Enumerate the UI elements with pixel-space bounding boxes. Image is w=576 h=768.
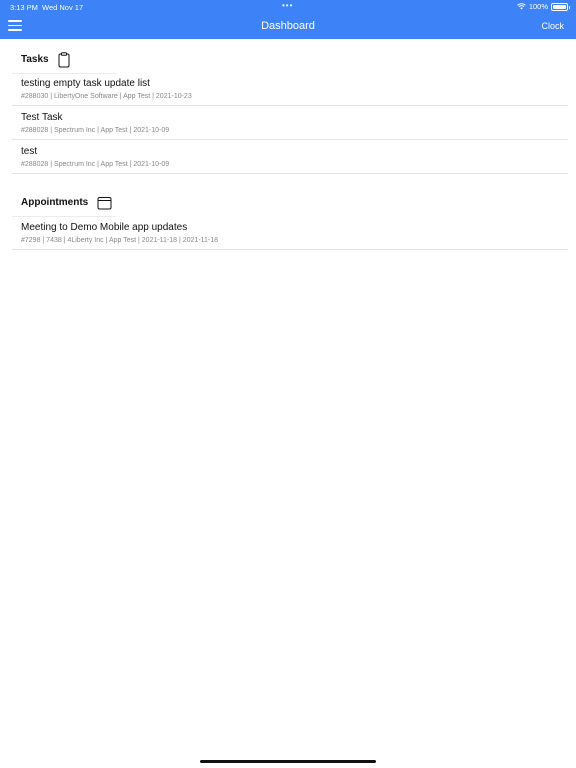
appointments-section-title: Appointments bbox=[21, 197, 89, 208]
task-item[interactable]: test #288028 | Spectrum Inc | App Test |… bbox=[12, 144, 568, 174]
appointments-section-header: Appointments bbox=[12, 189, 116, 217]
clock-button[interactable]: Clock bbox=[541, 21, 564, 31]
appointment-subtitle: #7298 | 7438 | 4Liberty Inc | App Test |… bbox=[21, 237, 219, 244]
tasks-section-title: Tasks bbox=[21, 54, 49, 65]
wifi-icon bbox=[516, 3, 526, 10]
task-item[interactable]: Test Task #288028 | Spectrum Inc | App T… bbox=[12, 110, 568, 140]
battery-fill bbox=[553, 4, 566, 9]
task-subtitle: #288030 | LibertyOne Software | App Test… bbox=[21, 93, 192, 100]
task-title: test bbox=[21, 146, 38, 157]
status-indicators: 100% bbox=[516, 2, 570, 11]
tasks-section-header: Tasks bbox=[12, 46, 116, 74]
multitasking-dots-icon[interactable]: ••• bbox=[282, 1, 293, 10]
page-title: Dashboard bbox=[261, 20, 315, 32]
task-subtitle: #288028 | Spectrum Inc | App Test | 2021… bbox=[21, 161, 170, 168]
task-title: testing empty task update list bbox=[21, 78, 150, 89]
clipboard-icon bbox=[58, 51, 70, 68]
navigation-bar: 3:13 PM Wed Nov 17 ••• 100% Dashboard Cl… bbox=[0, 0, 576, 39]
battery-icon bbox=[551, 2, 570, 11]
task-subtitle: #288028 | Spectrum Inc | App Test | 2021… bbox=[21, 127, 170, 134]
appointment-item[interactable]: Meeting to Demo Mobile app updates #7298… bbox=[12, 220, 568, 250]
battery-percent: 100% bbox=[528, 2, 548, 11]
task-title: Test Task bbox=[21, 112, 63, 123]
status-date: Wed Nov 17 bbox=[42, 3, 84, 12]
home-indicator[interactable] bbox=[200, 760, 376, 763]
status-time: 3:13 PM bbox=[10, 3, 38, 12]
calendar-icon bbox=[97, 196, 112, 210]
appointment-title: Meeting to Demo Mobile app updates bbox=[21, 222, 188, 233]
task-item[interactable]: testing empty task update list #288030 |… bbox=[12, 76, 568, 106]
